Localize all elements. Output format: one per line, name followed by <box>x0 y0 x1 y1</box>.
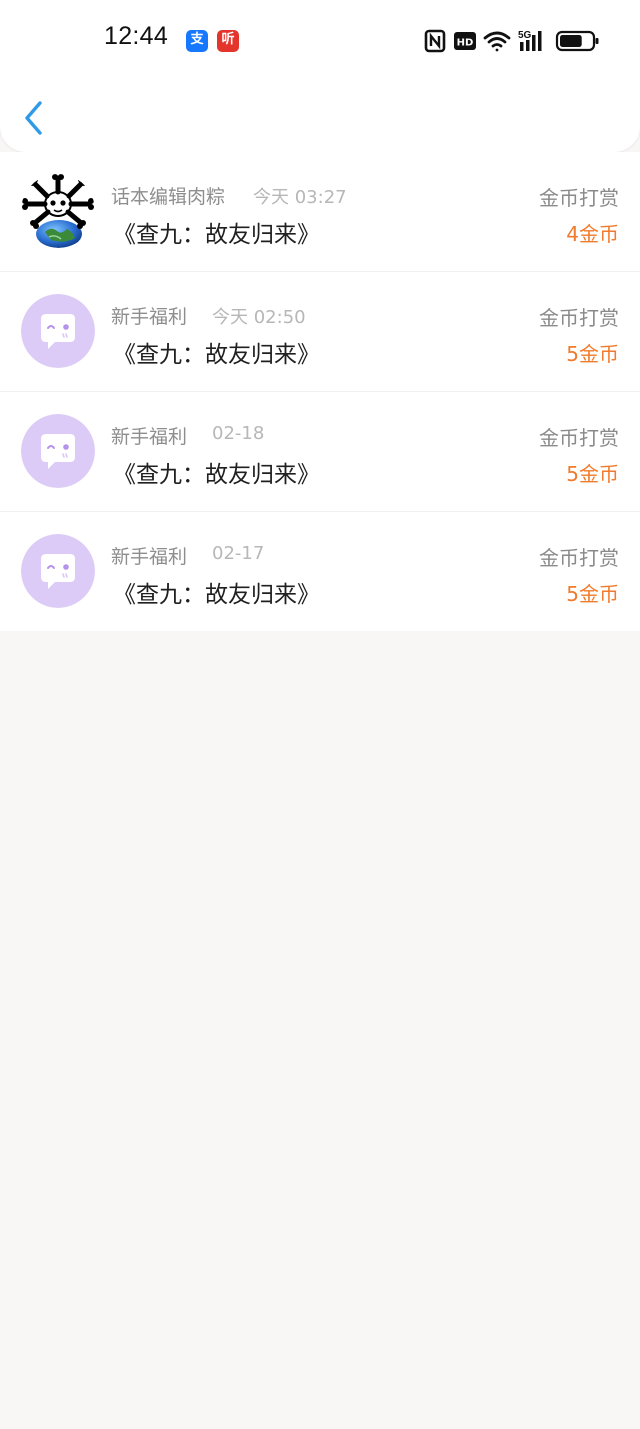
record-time: 02-18 <box>212 423 265 444</box>
back-button[interactable] <box>20 100 50 136</box>
book-title: 《查九：故友归来》 <box>113 462 320 488</box>
chat-bubble-icon <box>21 534 95 608</box>
reward-record-list: 话本编辑肉粽 今天 03:27 《查九：故友归来》 金币打赏 4金币 新手福利 … <box>0 152 640 631</box>
reward-type-label: 金币打赏 <box>539 426 619 450</box>
sender-name: 话本编辑肉粽 <box>111 186 226 208</box>
book-title: 《查九：故友归来》 <box>113 342 320 368</box>
reward-type-label: 金币打赏 <box>539 306 619 330</box>
reward-record-row[interactable]: 新手福利 02-17 《查九：故友归来》 金币打赏 5金币 <box>0 512 640 631</box>
chevron-left-icon <box>25 101 42 135</box>
reward-type-label: 金币打赏 <box>539 546 619 570</box>
reward-type-label: 金币打赏 <box>539 186 619 210</box>
listen-app-notification-icon: 听 <box>217 30 239 52</box>
5g-signal-icon: 5G <box>518 30 542 51</box>
hd-icon: HD <box>454 32 476 50</box>
header-panel: 12:44 支 听 HD 5G <box>0 0 640 152</box>
book-title: 《查九：故友归来》 <box>113 582 320 608</box>
chat-bubble-icon <box>21 414 95 488</box>
status-bar: 12:44 支 听 HD 5G <box>0 0 640 82</box>
nfc-icon <box>424 29 446 53</box>
svg-text:5G: 5G <box>518 30 532 41</box>
sender-name: 新手福利 <box>111 426 188 448</box>
reward-record-row[interactable]: 话本编辑肉粽 今天 03:27 《查九：故友归来》 金币打赏 4金币 <box>0 152 640 272</box>
record-time: 今天 03:27 <box>253 187 347 208</box>
record-time: 02-17 <box>212 543 265 564</box>
svg-text:HD: HD <box>457 38 474 49</box>
reward-record-row[interactable]: 新手福利 今天 02:50 《查九：故友归来》 金币打赏 5金币 <box>0 272 640 392</box>
reward-record-row[interactable]: 新手福利 02-18 《查九：故友归来》 金币打赏 5金币 <box>0 392 640 512</box>
battery-icon <box>555 30 599 52</box>
skull-earth-avatar[interactable] <box>21 174 95 248</box>
reward-amount: 5金币 <box>566 462 619 486</box>
sender-name: 新手福利 <box>111 546 188 568</box>
status-time: 12:44 <box>104 22 169 50</box>
chat-bubble-avatar[interactable] <box>21 414 95 488</box>
status-icons: HD 5G <box>424 29 599 53</box>
reward-amount: 5金币 <box>566 342 619 366</box>
avatar-image <box>21 174 95 248</box>
reward-amount: 5金币 <box>566 582 619 606</box>
record-time: 今天 02:50 <box>212 307 306 328</box>
chat-bubble-icon <box>21 294 95 368</box>
book-title: 《查九：故友归来》 <box>113 222 320 248</box>
reward-amount: 4金币 <box>566 222 619 246</box>
sender-name: 新手福利 <box>111 306 188 328</box>
chat-bubble-avatar[interactable] <box>21 534 95 608</box>
wifi-icon <box>483 31 511 52</box>
alipay-notification-icon: 支 <box>186 30 208 52</box>
chat-bubble-avatar[interactable] <box>21 294 95 368</box>
